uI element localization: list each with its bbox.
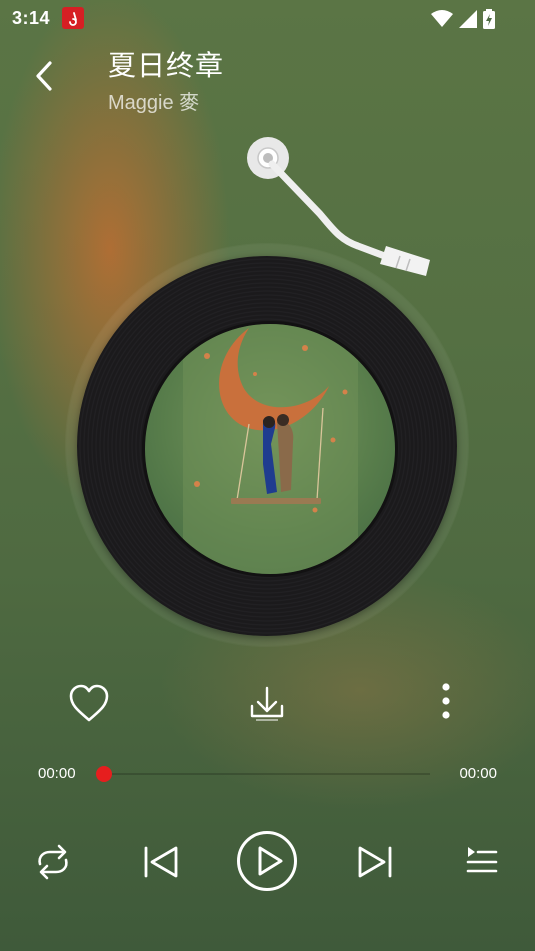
status-time: 3:14 [12, 8, 51, 28]
next-button[interactable] [352, 840, 398, 884]
vinyl-record[interactable] [66, 244, 468, 646]
previous-button[interactable] [138, 840, 184, 884]
signal-icon [459, 10, 477, 28]
repeat-button[interactable] [30, 842, 76, 882]
skip-previous-icon [144, 846, 178, 878]
song-title: 夏日终章 [108, 50, 225, 81]
tonearm [240, 130, 440, 290]
wifi-icon [431, 10, 453, 27]
play-button[interactable] [236, 830, 298, 892]
current-time: 00:00 [38, 765, 76, 782]
download-icon [250, 686, 284, 721]
album-illustration [183, 324, 358, 574]
more-vertical-icon [442, 683, 450, 719]
vinyl-disc [77, 256, 457, 636]
back-button[interactable] [24, 56, 64, 96]
more-button[interactable] [432, 680, 460, 724]
repeat-icon [38, 844, 68, 880]
playlist-button[interactable] [460, 843, 502, 883]
skip-next-icon [358, 846, 392, 878]
battery-icon [483, 9, 495, 29]
download-button[interactable] [246, 682, 288, 726]
total-time: 00:00 [459, 765, 497, 782]
progress-bar[interactable] [96, 766, 430, 782]
progress-thumb[interactable] [96, 766, 112, 782]
heart-icon [69, 684, 109, 722]
status-icons [431, 9, 495, 29]
like-button[interactable] [66, 682, 112, 726]
album-cover [142, 321, 398, 577]
play-icon [237, 831, 297, 891]
artist-name: Maggie 麥 [108, 92, 200, 114]
app-notification-icon [62, 7, 84, 29]
chevron-left-icon [36, 61, 52, 91]
playlist-icon [466, 847, 498, 873]
status-bar: 3:14 [0, 0, 535, 36]
